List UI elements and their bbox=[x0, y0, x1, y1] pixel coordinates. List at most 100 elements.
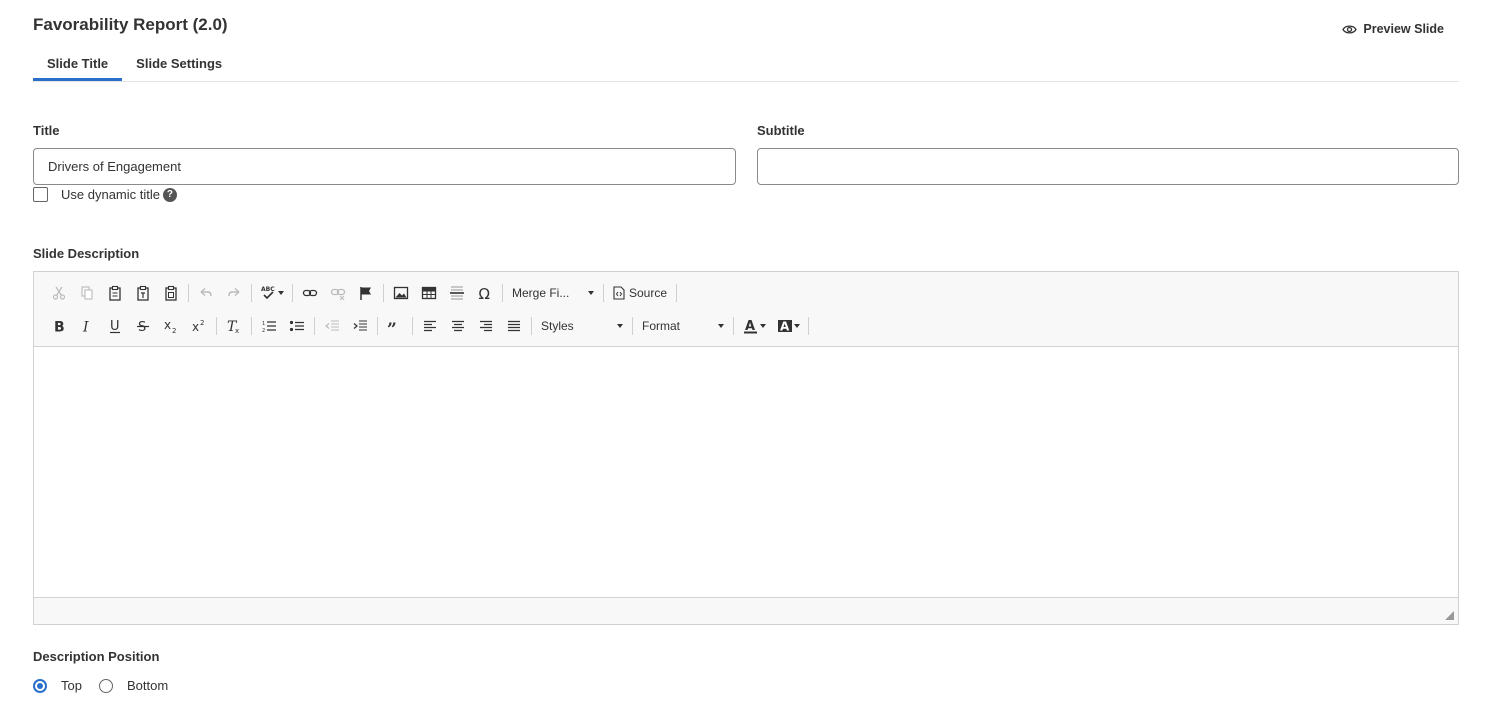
merge-fields-label: Merge Fi... bbox=[512, 286, 570, 300]
bold-icon: B bbox=[54, 320, 65, 335]
svg-text:ABC: ABC bbox=[261, 286, 275, 293]
bulleted-list-icon bbox=[289, 320, 304, 332]
paste-word-button[interactable] bbox=[157, 280, 185, 306]
dynamic-title-checkbox[interactable] bbox=[33, 187, 48, 202]
bulleted-list-button[interactable] bbox=[283, 313, 311, 339]
paste-button[interactable] bbox=[101, 280, 129, 306]
align-left-button[interactable] bbox=[416, 313, 444, 339]
toolbar-row-1: ABC Ω Merge Fi... Source bbox=[45, 280, 680, 306]
bold-button[interactable]: B bbox=[45, 313, 73, 339]
toolbar-separator bbox=[251, 284, 252, 302]
toolbar-separator bbox=[314, 317, 315, 335]
copy-button[interactable] bbox=[73, 280, 101, 306]
toolbar-row-2: B I U S x2 x2 Tx 12 ” Styles Format bbox=[45, 313, 812, 339]
align-center-button[interactable] bbox=[444, 313, 472, 339]
strikethrough-icon: S bbox=[137, 320, 149, 334]
undo-icon bbox=[200, 287, 212, 297]
svg-text:Ω: Ω bbox=[479, 285, 490, 301]
editor-toolbar: ABC Ω Merge Fi... Source B I U S x2 x2 T… bbox=[34, 272, 1458, 347]
redo-icon bbox=[228, 287, 240, 297]
outdent-icon bbox=[325, 320, 339, 331]
table-button[interactable] bbox=[415, 280, 443, 306]
clipboard-icon bbox=[109, 285, 121, 301]
cut-button[interactable] bbox=[45, 280, 73, 306]
svg-text:I: I bbox=[82, 320, 89, 335]
paste-text-button[interactable] bbox=[129, 280, 157, 306]
remove-format-button[interactable]: Tx bbox=[220, 313, 248, 339]
preview-slide-button[interactable]: Preview Slide bbox=[1342, 22, 1444, 36]
source-button[interactable]: Source bbox=[607, 280, 673, 306]
subscript-button[interactable]: x2 bbox=[157, 313, 185, 339]
redo-button[interactable] bbox=[220, 280, 248, 306]
spellcheck-button[interactable]: ABC bbox=[255, 280, 289, 306]
horizontal-rule-button[interactable] bbox=[443, 280, 471, 306]
position-bottom-radio[interactable] bbox=[98, 678, 113, 693]
strikethrough-button[interactable]: S bbox=[129, 313, 157, 339]
dynamic-title-row: Use dynamic title ? bbox=[33, 187, 177, 202]
subtitle-label: Subtitle bbox=[757, 123, 805, 138]
styles-dropdown[interactable]: Styles bbox=[535, 313, 629, 339]
link-icon bbox=[302, 289, 318, 297]
preview-slide-label: Preview Slide bbox=[1363, 22, 1444, 36]
align-right-button[interactable] bbox=[472, 313, 500, 339]
svg-text:x: x bbox=[235, 327, 239, 334]
chevron-down-icon bbox=[277, 291, 284, 295]
image-button[interactable] bbox=[387, 280, 415, 306]
horizontal-rule-icon bbox=[450, 286, 464, 300]
image-icon bbox=[393, 286, 409, 300]
position-bottom-label: Bottom bbox=[126, 678, 169, 693]
position-top-radio[interactable] bbox=[33, 678, 47, 693]
align-justify-icon bbox=[508, 320, 520, 332]
unlink-icon bbox=[330, 288, 346, 301]
link-button[interactable] bbox=[296, 280, 324, 306]
title-input[interactable] bbox=[33, 148, 736, 185]
toolbar-separator bbox=[808, 317, 809, 335]
background-color-button[interactable]: A bbox=[771, 313, 805, 339]
editor-content-area[interactable] bbox=[34, 347, 1458, 598]
italic-button[interactable]: I bbox=[73, 313, 101, 339]
svg-text:”: ” bbox=[387, 320, 397, 334]
tab-slide-settings[interactable]: Slide Settings bbox=[122, 52, 236, 80]
chevron-down-icon bbox=[617, 324, 623, 328]
svg-text:x: x bbox=[164, 318, 171, 332]
omega-icon: Ω bbox=[479, 285, 490, 301]
tab-bar: Slide Title Slide Settings bbox=[33, 52, 1459, 82]
align-right-icon bbox=[480, 320, 492, 332]
superscript-icon: x2 bbox=[192, 319, 204, 334]
svg-text:2: 2 bbox=[262, 328, 265, 334]
tab-slide-title[interactable]: Slide Title bbox=[33, 52, 123, 81]
align-center-icon bbox=[452, 320, 464, 332]
special-char-button[interactable]: Ω bbox=[471, 280, 499, 306]
svg-text:B: B bbox=[54, 320, 65, 335]
justify-button[interactable] bbox=[500, 313, 528, 339]
format-dropdown[interactable]: Format bbox=[636, 313, 730, 339]
help-icon[interactable]: ? bbox=[162, 187, 177, 202]
svg-text:2: 2 bbox=[172, 327, 176, 334]
toolbar-separator bbox=[676, 284, 678, 302]
decrease-indent-button[interactable] bbox=[318, 313, 346, 339]
toolbar-separator bbox=[251, 317, 252, 335]
italic-icon: I bbox=[82, 320, 89, 335]
merge-fields-dropdown[interactable]: Merge Fi... bbox=[506, 280, 600, 306]
subtitle-input[interactable] bbox=[757, 148, 1459, 185]
anchor-button[interactable] bbox=[352, 280, 380, 306]
source-icon bbox=[613, 286, 625, 300]
text-color-button[interactable]: A bbox=[737, 313, 771, 339]
clipboard-word-icon bbox=[165, 285, 177, 301]
unlink-button[interactable] bbox=[324, 280, 352, 306]
superscript-button[interactable]: x2 bbox=[185, 313, 213, 339]
toolbar-separator bbox=[603, 284, 604, 302]
chevron-down-icon bbox=[759, 324, 766, 328]
resize-handle-icon[interactable] bbox=[1445, 611, 1454, 620]
underline-button[interactable]: U bbox=[101, 313, 129, 339]
svg-text:1: 1 bbox=[262, 321, 265, 327]
quote-icon: ” bbox=[387, 320, 397, 334]
undo-button[interactable] bbox=[192, 280, 220, 306]
clipboard-text-icon bbox=[137, 285, 149, 301]
description-position-label: Description Position bbox=[33, 649, 160, 664]
increase-indent-button[interactable] bbox=[346, 313, 374, 339]
blockquote-button[interactable]: ” bbox=[381, 313, 409, 339]
numbered-list-button[interactable]: 12 bbox=[255, 313, 283, 339]
toolbar-separator bbox=[502, 284, 503, 302]
svg-text:2: 2 bbox=[200, 319, 204, 327]
